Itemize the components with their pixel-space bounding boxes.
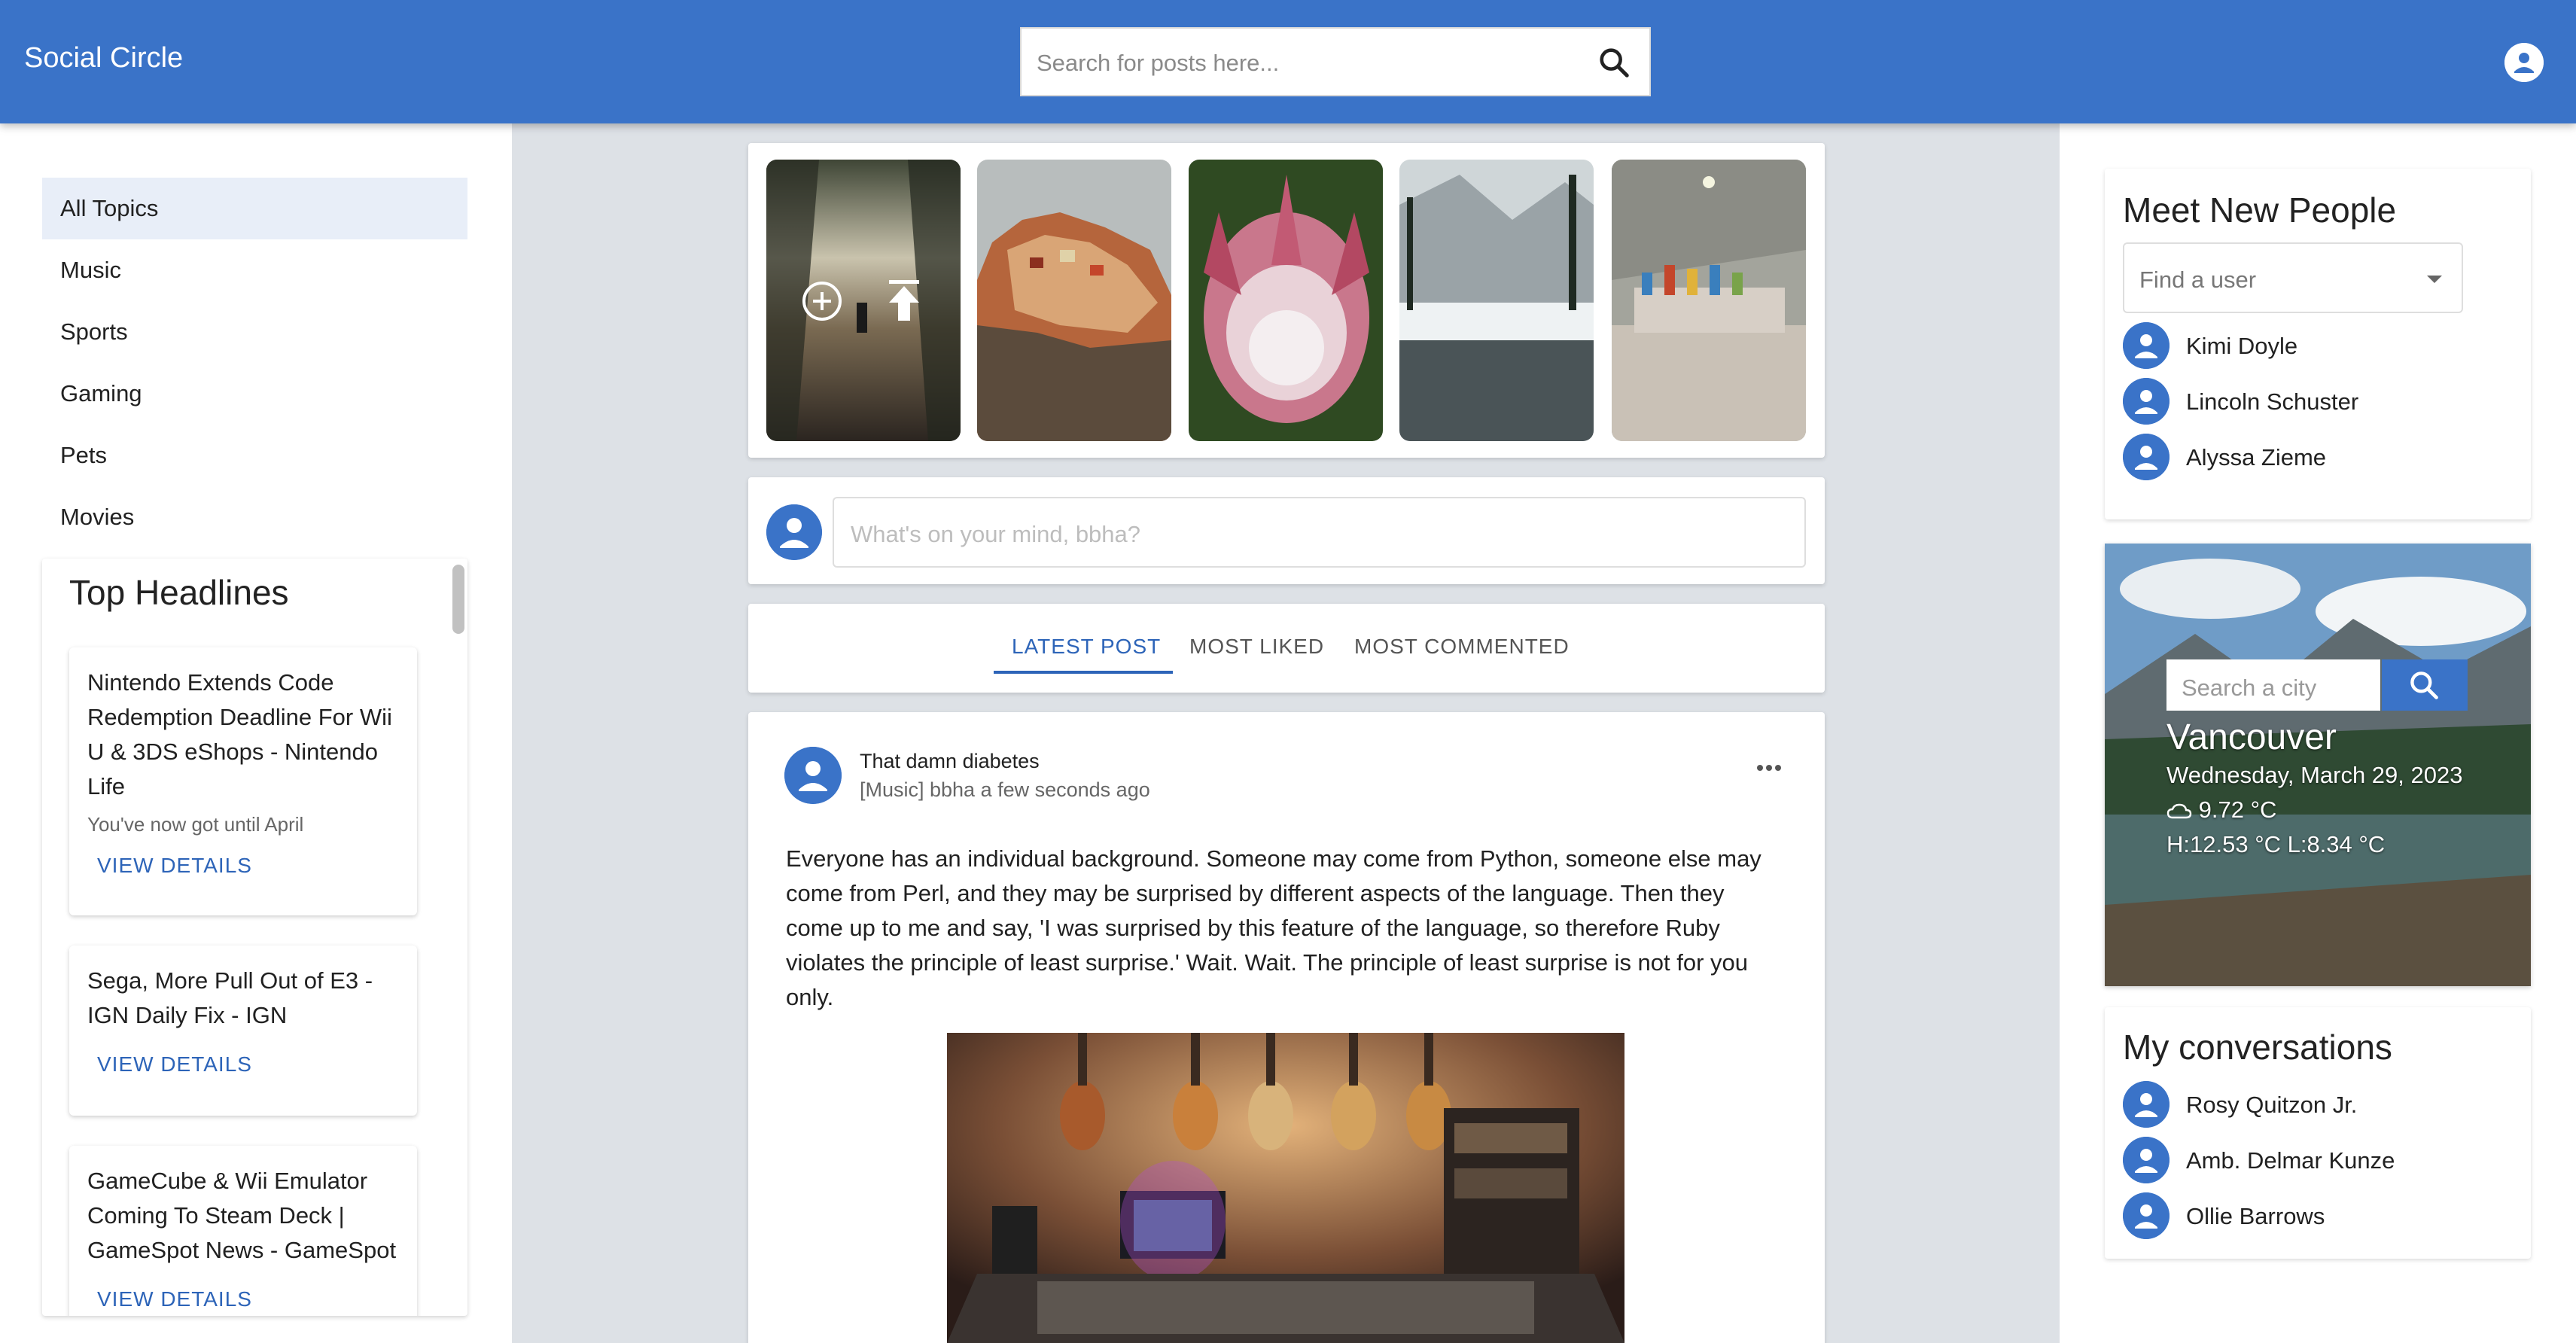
find-user-placeholder[interactable]: Find a user (2139, 266, 2256, 294)
weather-temperature: 9.72 °C (2198, 796, 2277, 823)
my-conversations-title: My conversations (2123, 1028, 2392, 1067)
weather-date: Wednesday, March 29, 2023 (2166, 762, 2463, 788)
add-circle-icon[interactable] (801, 280, 843, 322)
user-avatar-icon (2123, 322, 2170, 369)
user-avatar-icon (2123, 434, 2170, 480)
topic-music[interactable]: Music (42, 239, 467, 301)
user-avatar-icon (2123, 1081, 2170, 1128)
story-tile[interactable] (1399, 160, 1594, 441)
headline-card: GameCube & Wii Emulator Coming To Steam … (69, 1146, 417, 1316)
headline-card: Sega, More Pull Out of E3 - IGN Daily Fi… (69, 946, 417, 1116)
user-avatar-icon (2123, 1137, 2170, 1183)
suggested-user-name[interactable]: Lincoln Schuster (2186, 388, 2358, 416)
more-horizontal-icon[interactable] (1754, 759, 1784, 777)
top-headlines-title: Top Headlines (69, 573, 289, 612)
find-user-select[interactable]: Find a user (2123, 242, 2463, 313)
search-icon[interactable] (2407, 668, 2441, 702)
city-search-placeholder[interactable]: Search a city (2182, 675, 2316, 702)
add-story-tile[interactable] (766, 160, 961, 441)
story-image (977, 160, 1171, 441)
view-details-link[interactable]: VIEW DETAILS (97, 854, 252, 878)
conversation-name[interactable]: Ollie Barrows (2186, 1203, 2325, 1230)
conversation-name[interactable]: Amb. Delmar Kunze (2186, 1147, 2395, 1174)
headline-card: Nintendo Extends Code Redemption Deadlin… (69, 647, 417, 915)
topic-all-topics[interactable]: All Topics (42, 178, 467, 239)
headlines-scrollbar[interactable] (452, 565, 464, 634)
tab-most-commented[interactable]: MOST COMMENTED (1354, 635, 1570, 659)
story-image (766, 160, 961, 441)
headline-title: Nintendo Extends Code Redemption Deadlin… (87, 669, 392, 799)
cloud-icon (2166, 803, 2192, 819)
tab-most-liked[interactable]: MOST LIKED (1189, 635, 1324, 659)
composer-placeholder[interactable]: What's on your mind, bbha? (851, 521, 1140, 548)
weather-widget: Search a city Vancouver Wednesday, March… (2105, 544, 2531, 986)
search-icon[interactable] (1597, 45, 1631, 80)
story-image (1399, 160, 1594, 441)
app-title[interactable]: Social Circle (24, 42, 183, 75)
topic-gaming[interactable]: Gaming (42, 363, 467, 425)
headline-description: You've now got until April (87, 813, 304, 836)
story-image (1612, 160, 1806, 441)
post-body: Everyone has an individual background. S… (786, 845, 1761, 1010)
story-tile[interactable] (977, 160, 1171, 441)
post-image[interactable] (947, 1033, 1624, 1343)
suggested-user-name[interactable]: Kimi Doyle (2186, 333, 2297, 360)
post-search-placeholder[interactable]: Search for posts here... (1037, 50, 1279, 77)
app-header: Social Circle Search for posts here... (0, 0, 2576, 123)
headline-title: Sega, More Pull Out of E3 - IGN Daily Fi… (87, 967, 373, 1028)
weather-temp-row: 9.72 °C (2166, 796, 2276, 824)
user-avatar-icon (766, 504, 822, 560)
topic-pets[interactable]: Pets (42, 425, 467, 486)
post-search-box[interactable]: Search for posts here... (1020, 27, 1651, 96)
active-tab-indicator (994, 671, 1173, 674)
chevron-down-icon[interactable] (2427, 276, 2442, 283)
view-details-link[interactable]: VIEW DETAILS (97, 1052, 252, 1077)
tab-latest-post[interactable]: LATEST POST (1012, 635, 1161, 659)
story-tile[interactable] (1612, 160, 1806, 441)
headline-title: GameCube & Wii Emulator Coming To Steam … (87, 1168, 397, 1263)
city-search-button[interactable] (2382, 659, 2468, 711)
city-search-input[interactable]: Search a city (2166, 659, 2380, 711)
user-avatar-icon (2123, 1192, 2170, 1239)
post-meta: [Music] bbha a few seconds ago (860, 778, 1150, 801)
weather-city: Vancouver (2166, 717, 2337, 757)
conversation-name[interactable]: Rosy Quitzon Jr. (2186, 1092, 2357, 1119)
view-details-link[interactable]: VIEW DETAILS (97, 1287, 252, 1311)
topic-movies[interactable]: Movies (42, 486, 467, 548)
story-image (1189, 160, 1383, 441)
user-avatar-icon (2123, 378, 2170, 425)
meet-new-people-title: Meet New People (2123, 190, 2397, 230)
post-author-avatar-icon[interactable] (784, 747, 842, 804)
upload-icon[interactable] (887, 280, 921, 322)
studio-photo (947, 1033, 1624, 1343)
story-tile[interactable] (1189, 160, 1383, 441)
post-composer-input[interactable]: What's on your mind, bbha? (833, 497, 1806, 568)
top-headlines-card: Top Headlines Nintendo Extends Code Rede… (42, 559, 467, 1316)
suggested-user-name[interactable]: Alyssa Zieme (2186, 444, 2326, 471)
post-title: That damn diabetes (860, 750, 1040, 772)
topic-sports[interactable]: Sports (42, 301, 467, 363)
account-avatar-icon[interactable] (2504, 43, 2544, 82)
weather-high-low: H:12.53 °C L:8.34 °C (2166, 831, 2386, 857)
